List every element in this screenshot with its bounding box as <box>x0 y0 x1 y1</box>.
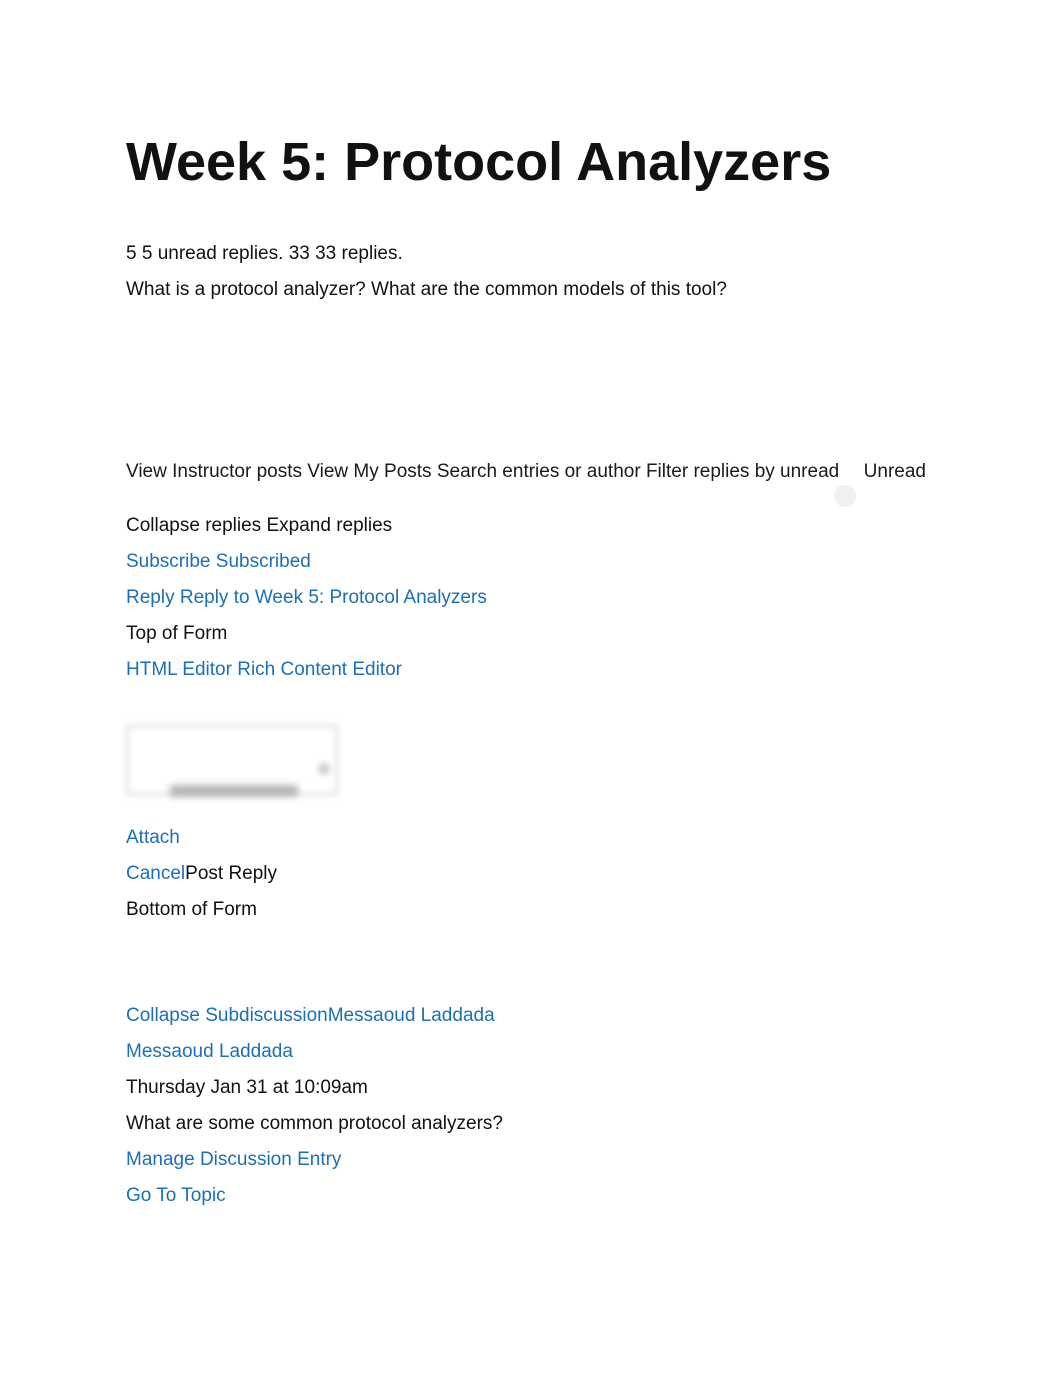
reply-editor[interactable] <box>126 725 338 795</box>
discussion-prompt: What is a protocol analyzer? What are th… <box>126 279 936 301</box>
resize-handle-icon[interactable] <box>318 763 330 775</box>
unread-label: Unread <box>864 461 926 482</box>
collapse-subdiscussion-link[interactable]: Collapse Subdiscussion <box>126 1005 328 1026</box>
view-instructor-posts[interactable]: View Instructor posts <box>126 461 302 482</box>
page-title: Week 5: Protocol Analyzers <box>126 130 936 195</box>
html-editor-link[interactable]: HTML Editor <box>126 659 232 680</box>
go-to-topic-link[interactable]: Go To Topic <box>126 1185 226 1206</box>
total-count-text: 33 replies. <box>315 243 403 264</box>
collapse-replies[interactable]: Collapse replies <box>126 515 261 536</box>
top-of-form-label: Top of Form <box>126 623 936 645</box>
cancel-button[interactable]: Cancel <box>126 863 185 884</box>
post-timestamp: Thursday Jan 31 at 10:09am <box>126 1077 936 1099</box>
filter-by-unread[interactable]: Filter replies by unread <box>646 461 839 482</box>
post-reply-button[interactable]: Post Reply <box>185 863 277 884</box>
rich-content-editor-link[interactable]: Rich Content Editor <box>237 659 402 680</box>
reply-to-topic-link[interactable]: Reply to Week 5: Protocol Analyzers <box>180 587 487 608</box>
unread-count-num: 5 <box>126 243 137 264</box>
post-body: What are some common protocol analyzers? <box>126 1113 936 1135</box>
subscribe-link[interactable]: Subscribe <box>126 551 211 572</box>
view-my-posts[interactable]: View My Posts <box>307 461 431 482</box>
author-link-inline[interactable]: Messaoud Laddada <box>328 1005 495 1026</box>
bottom-of-form-label: Bottom of Form <box>126 899 936 921</box>
editor-toolbar-placeholder <box>170 785 298 797</box>
search-entries[interactable]: Search entries or author <box>437 461 641 482</box>
total-count-num: 33 <box>289 243 310 264</box>
expand-replies[interactable]: Expand replies <box>266 515 392 536</box>
attach-link[interactable]: Attach <box>126 827 180 848</box>
reply-link[interactable]: Reply <box>126 587 175 608</box>
reply-counts: 5 5 unread replies. 33 33 replies. <box>126 243 936 265</box>
unread-count-text: 5 unread replies. <box>142 243 284 264</box>
unread-dot-icon <box>834 485 856 507</box>
manage-entry-link[interactable]: Manage Discussion Entry <box>126 1149 341 1170</box>
subscribed-link[interactable]: Subscribed <box>216 551 311 572</box>
author-link[interactable]: Messaoud Laddada <box>126 1041 293 1062</box>
